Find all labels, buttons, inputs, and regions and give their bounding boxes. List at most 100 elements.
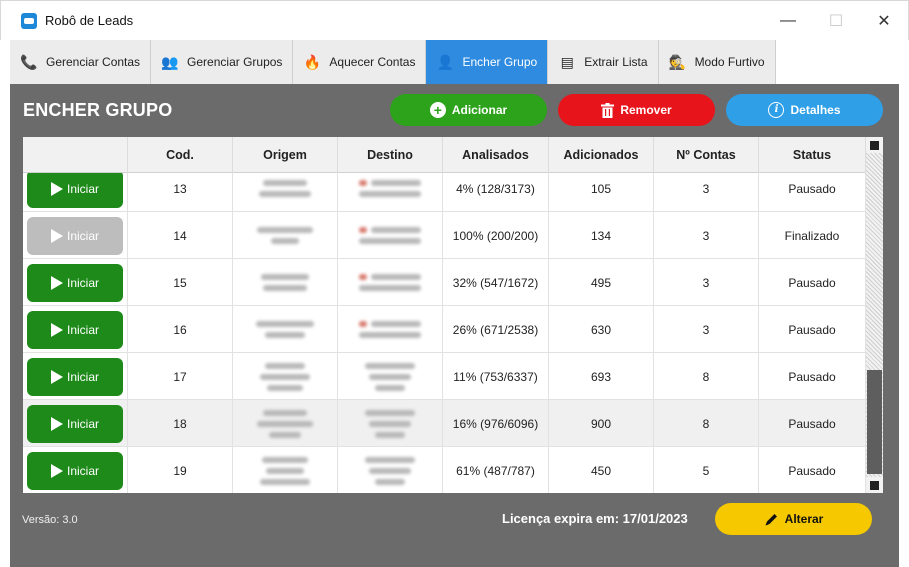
groups-table: Iniciar 13 4% (128/3173) 105 3 Pausado Iniciar… bbox=[23, 137, 883, 493]
start-button-label: Iniciar bbox=[66, 416, 99, 431]
play-icon bbox=[50, 228, 63, 243]
status-cell: Pausado bbox=[759, 400, 866, 447]
scroll-up-button[interactable] bbox=[866, 137, 883, 153]
added-cell: 495 bbox=[549, 259, 654, 306]
details-button-label: Detalhes bbox=[790, 103, 841, 117]
tab-modo-furtivo[interactable]: 🕵 Modo Furtivo bbox=[658, 40, 776, 84]
added-cell: 134 bbox=[549, 212, 654, 259]
table-row[interactable]: Iniciar 17 11% (753/6337) 693 8 Pausado bbox=[23, 353, 866, 400]
status-cell: Pausado bbox=[759, 353, 866, 400]
scroll-thumb[interactable] bbox=[867, 370, 882, 474]
column-header[interactable]: Nº Contas bbox=[654, 137, 759, 173]
tab-extrair-lista[interactable]: ▤ Extrair Lista bbox=[548, 40, 659, 84]
analyzed-cell: 26% (671/2538) bbox=[443, 306, 549, 353]
column-header[interactable]: Analisados bbox=[443, 137, 549, 173]
start-button[interactable]: Iniciar bbox=[27, 310, 123, 349]
cod-cell: 14 bbox=[128, 212, 233, 259]
alter-button[interactable]: Alterar bbox=[715, 503, 872, 535]
added-cell: 693 bbox=[549, 353, 654, 400]
start-button[interactable]: Iniciar bbox=[27, 451, 123, 490]
accounts-count-cell: 8 bbox=[654, 400, 759, 447]
main-panel: ENCHER GRUPO + Adicionar Remover i Detal… bbox=[10, 84, 899, 567]
cod-cell: 16 bbox=[128, 306, 233, 353]
play-icon bbox=[50, 181, 63, 196]
column-header[interactable] bbox=[23, 137, 128, 173]
scroll-down-button[interactable] bbox=[866, 477, 883, 493]
tab-label: Modo Furtivo bbox=[694, 55, 765, 69]
plus-circle-icon: + bbox=[429, 102, 446, 118]
maximize-button[interactable]: ☐ bbox=[812, 1, 860, 41]
play-icon bbox=[50, 416, 63, 431]
start-button[interactable]: Iniciar bbox=[27, 169, 123, 208]
trash-icon bbox=[601, 102, 615, 118]
tab-label: Aquecer Contas bbox=[329, 55, 416, 69]
accounts-count-cell: 3 bbox=[654, 306, 759, 353]
table-header: Cod. Origem Destino Analisados Adicionados Nº… bbox=[23, 137, 866, 173]
action-cell: Iniciar bbox=[23, 259, 128, 306]
start-button[interactable]: Iniciar bbox=[27, 216, 123, 255]
start-button[interactable]: Iniciar bbox=[27, 357, 123, 396]
play-icon bbox=[50, 322, 63, 337]
redacted-text bbox=[260, 456, 310, 485]
tab-encher-grupo[interactable]: 👤 Encher Grupo bbox=[426, 40, 549, 84]
tab-gerenciar-grupos[interactable]: 👥 Gerenciar Grupos bbox=[151, 40, 294, 84]
details-button[interactable]: i Detalhes bbox=[726, 94, 883, 126]
start-button-label: Iniciar bbox=[66, 369, 99, 384]
table-row[interactable]: Iniciar 14 100% (200/200) 134 3 Finalizado bbox=[23, 212, 866, 259]
start-button-label: Iniciar bbox=[66, 181, 99, 196]
add-users-icon: 👤 bbox=[436, 53, 455, 70]
status-cell: Pausado bbox=[759, 259, 866, 306]
redacted-text bbox=[359, 227, 421, 244]
destination-cell-redacted bbox=[338, 353, 443, 400]
close-button[interactable]: ✕ bbox=[860, 1, 908, 41]
cod-cell: 19 bbox=[128, 447, 233, 493]
table-row[interactable]: Iniciar 19 61% (487/787) 450 5 Pausado bbox=[23, 447, 866, 493]
redacted-text bbox=[359, 274, 421, 291]
start-button-label: Iniciar bbox=[66, 228, 99, 243]
title-bar: Robô de Leads — ☐ ✕ bbox=[0, 0, 909, 40]
destination-cell-redacted bbox=[338, 212, 443, 259]
column-header[interactable]: Origem bbox=[233, 137, 338, 173]
column-header[interactable]: Cod. bbox=[128, 137, 233, 173]
redacted-text bbox=[260, 362, 310, 391]
added-cell: 450 bbox=[549, 447, 654, 493]
destination-cell-redacted bbox=[338, 259, 443, 306]
license-expiry-label: Licença expira em: 17/01/2023 bbox=[502, 511, 688, 526]
redacted-text bbox=[256, 321, 314, 338]
table-body: Iniciar 13 4% (128/3173) 105 3 Pausado Iniciar… bbox=[23, 165, 866, 493]
column-header[interactable]: Adicionados bbox=[549, 137, 654, 173]
square-arrow-icon bbox=[870, 140, 879, 150]
column-header[interactable]: Status bbox=[759, 137, 866, 173]
redacted-text bbox=[261, 274, 309, 291]
tab-aquecer-contas[interactable]: 🔥 Aquecer Contas bbox=[293, 40, 427, 84]
redacted-text bbox=[259, 180, 311, 197]
analyzed-cell: 100% (200/200) bbox=[443, 212, 549, 259]
accounts-count-cell: 3 bbox=[654, 212, 759, 259]
redacted-text bbox=[365, 362, 415, 391]
document-icon: ▤ bbox=[560, 53, 574, 70]
table-row[interactable]: Iniciar 15 32% (547/1672) 495 3 Pausado bbox=[23, 259, 866, 306]
add-button-label: Adicionar bbox=[451, 103, 508, 117]
column-header[interactable]: Destino bbox=[338, 137, 443, 173]
action-cell: Iniciar bbox=[23, 353, 128, 400]
accounts-count-cell: 5 bbox=[654, 447, 759, 493]
remove-button-label: Remover bbox=[620, 103, 672, 117]
destination-cell-redacted bbox=[338, 400, 443, 447]
add-button[interactable]: + Adicionar bbox=[390, 94, 547, 126]
tab-gerenciar-contas[interactable]: 📞 Gerenciar Contas bbox=[10, 40, 152, 84]
origin-cell-redacted bbox=[233, 306, 338, 353]
cod-cell: 15 bbox=[128, 259, 233, 306]
origin-cell-redacted bbox=[233, 212, 338, 259]
start-button[interactable]: Iniciar bbox=[27, 263, 123, 302]
phone-icon: 📞 bbox=[20, 53, 38, 70]
remove-button[interactable]: Remover bbox=[558, 94, 715, 126]
table-row[interactable]: Iniciar 18 16% (976/6096) 900 8 Pausado bbox=[23, 400, 866, 447]
play-icon bbox=[50, 463, 63, 478]
start-button[interactable]: Iniciar bbox=[27, 404, 123, 443]
table-row[interactable]: Iniciar 16 26% (671/2538) 630 3 Pausado bbox=[23, 306, 866, 353]
vertical-scrollbar[interactable] bbox=[866, 137, 883, 493]
cod-cell: 18 bbox=[128, 400, 233, 447]
tab-label: Encher Grupo bbox=[462, 55, 538, 69]
minimize-button[interactable]: — bbox=[764, 1, 812, 41]
accounts-count-cell: 3 bbox=[654, 259, 759, 306]
